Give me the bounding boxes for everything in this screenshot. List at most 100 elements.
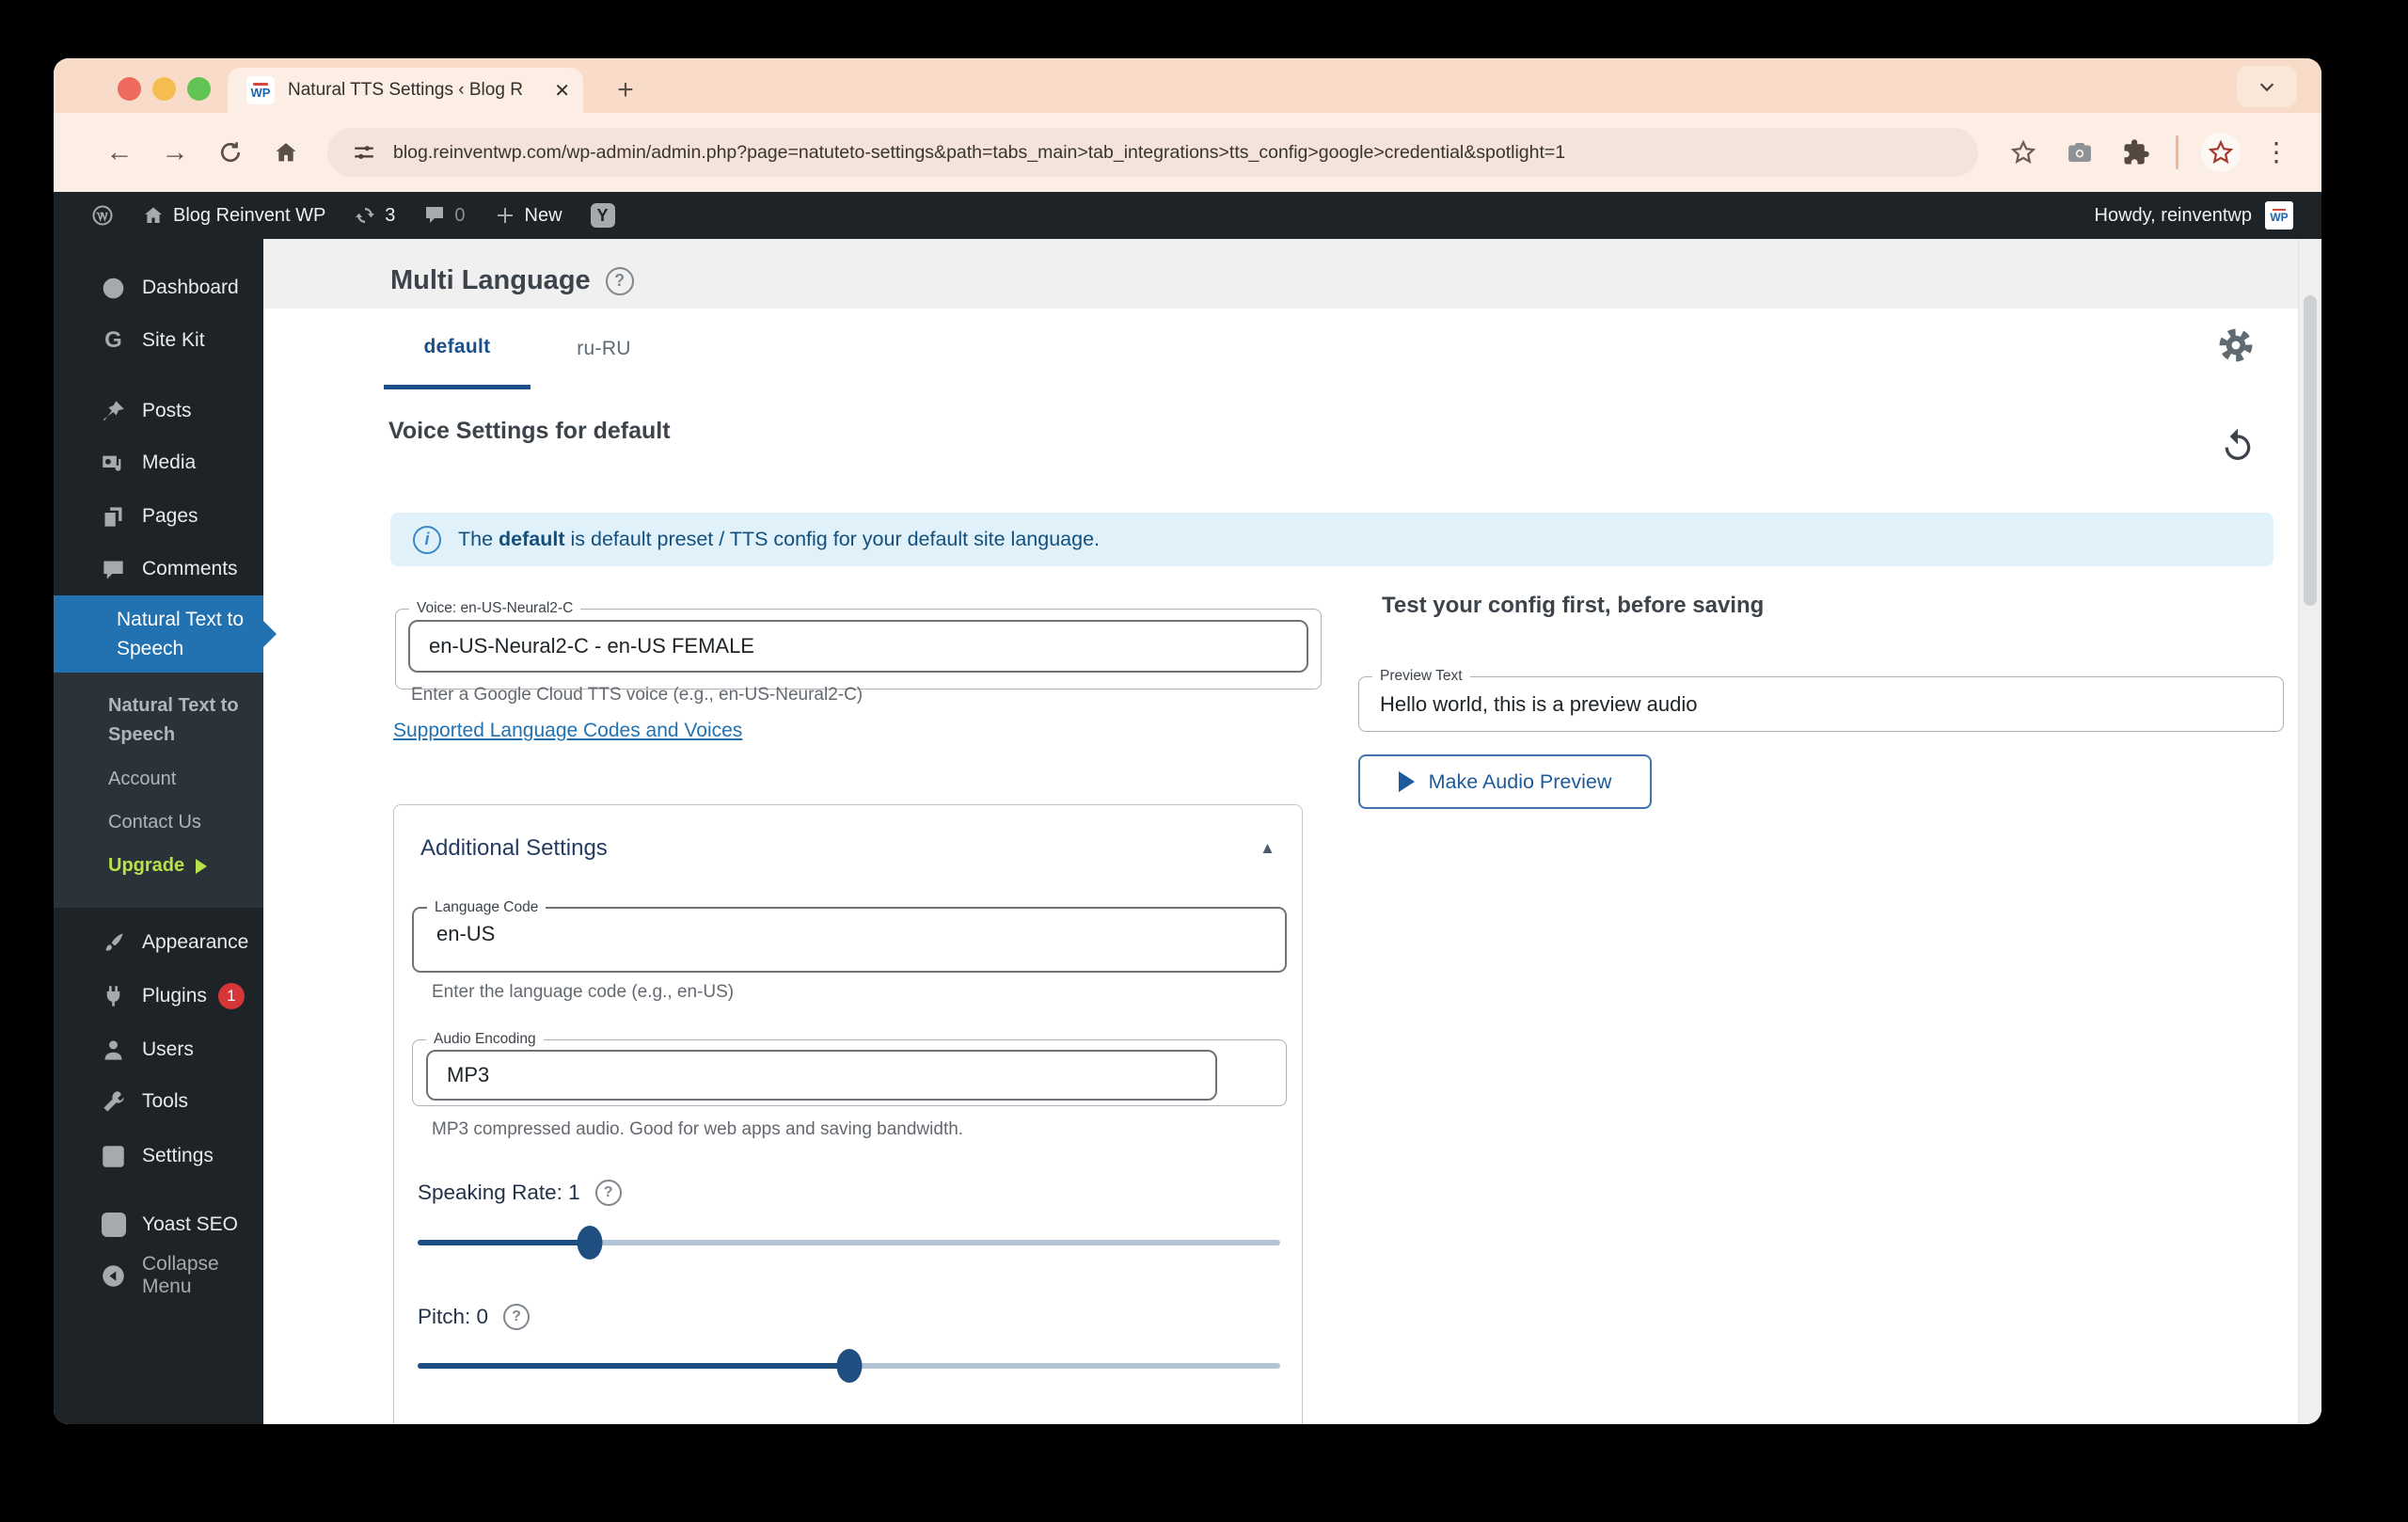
sidebar-item-pages[interactable]: Pages (54, 495, 263, 538)
preview-text-legend: Preview Text (1380, 668, 1463, 684)
dashboard-icon (101, 276, 126, 301)
close-window-button[interactable] (118, 77, 141, 101)
speaking-rate-label-row: Speaking Rate: 1 ? (418, 1180, 622, 1206)
submenu-item-contact-us[interactable]: Contact Us (108, 812, 254, 833)
pitch-label-row: Pitch: 0 ? (418, 1304, 531, 1330)
account-menu[interactable]: Howdy, reinventwp WP (2095, 201, 2293, 230)
sidebar-item-posts[interactable]: Posts (54, 389, 263, 433)
browser-toolbar: ← → blog.reinventwp.com/wp-admin/admin.p… (54, 113, 2321, 192)
red-star-icon (2208, 139, 2234, 164)
audio-encoding-helper: MP3 compressed audio. Good for web apps … (432, 1119, 964, 1139)
preset-settings-button[interactable] (2215, 325, 2260, 370)
help-icon[interactable]: ? (605, 266, 634, 295)
tab-strip: WP Natural TTS Settings ‹ Blog R ✕ + (54, 58, 2321, 113)
new-content-menu[interactable]: New (494, 204, 562, 227)
slider-thumb[interactable] (577, 1226, 603, 1260)
sidebar-item-dashboard[interactable]: Dashboard (54, 266, 263, 309)
wp-sidebar: Dashboard G Site Kit Posts Media Pages C… (54, 239, 277, 1424)
page-title-row: Multi Language ? (390, 265, 634, 296)
updates-count: 3 (385, 204, 396, 226)
sidebar-item-site-kit[interactable]: G Site Kit (54, 319, 263, 362)
collapse-section-icon[interactable]: ▲ (1259, 839, 1275, 858)
language-code-legend: Language Code (435, 899, 539, 915)
sidebar-item-appearance[interactable]: Appearance (54, 921, 263, 964)
slider-thumb[interactable] (836, 1349, 862, 1383)
preview-text-input[interactable]: Hello world, this is a preview audio (1359, 685, 2283, 717)
home-button[interactable] (265, 132, 307, 173)
voice-input[interactable]: en-US-Neural2-C - en-US FEMALE (408, 620, 1308, 673)
wp-logo-menu[interactable] (91, 204, 114, 227)
screenshot-camera-button[interactable] (2063, 135, 2097, 169)
slider-fill (418, 1363, 849, 1369)
yoast-menu[interactable]: Y (590, 203, 615, 228)
section-title: Voice Settings for default (388, 418, 671, 444)
help-icon[interactable]: ? (503, 1304, 531, 1330)
avatar: WP (2265, 201, 2293, 230)
updates-icon (356, 208, 375, 223)
voice-helper-text: Enter a Google Cloud TTS voice (e.g., en… (411, 685, 863, 705)
help-icon[interactable]: ? (594, 1180, 622, 1206)
comments-menu[interactable]: 0 (423, 204, 466, 227)
sidebar-item-natural-tts[interactable]: Natural Text to Speech (54, 595, 277, 673)
sidebar-item-plugins[interactable]: Plugins 1 (54, 975, 263, 1018)
visit-site-link[interactable]: Blog Reinvent WP (142, 204, 325, 227)
sidebar-item-comments[interactable]: Comments (54, 547, 263, 591)
bookmark-star-button[interactable] (2006, 135, 2040, 169)
scrollbar[interactable] (2298, 239, 2321, 1424)
pitch-slider[interactable] (418, 1349, 1280, 1383)
browser-menu-button[interactable]: ⋮ (2263, 139, 2289, 166)
sidebar-item-media[interactable]: Media (54, 441, 263, 484)
audio-encoding-input[interactable]: MP3 (426, 1050, 1217, 1101)
sidebar-item-settings[interactable]: Settings (54, 1134, 263, 1178)
speaking-rate-label: Speaking Rate: 1 (418, 1181, 580, 1204)
browser-window: WP Natural TTS Settings ‹ Blog R ✕ + ← → (54, 58, 2321, 1424)
home-icon (145, 207, 162, 223)
sidebar-item-yoast-seo[interactable]: Yoast SEO (54, 1203, 263, 1246)
tab-search-button[interactable] (2237, 66, 2297, 107)
pinned-extension-button[interactable] (2201, 133, 2241, 172)
test-config-column: Test your config first, before saving Pr… (1358, 593, 2284, 837)
updates-menu[interactable]: 3 (354, 204, 395, 227)
plugin-icon (101, 984, 126, 1009)
language-code-input[interactable]: en-US (414, 916, 1285, 946)
sidebar-item-tools[interactable]: Tools (54, 1080, 263, 1123)
reset-settings-button[interactable] (2219, 427, 2258, 467)
submenu-item-natural-tts[interactable]: Natural Text to Speech (108, 691, 249, 750)
extensions-button[interactable] (2119, 135, 2153, 169)
audio-encoding-legend: Audio Encoding (434, 1031, 536, 1047)
submenu-item-upgrade[interactable]: Upgrade (108, 855, 254, 877)
pin-icon (101, 399, 126, 424)
scrollbar-thumb[interactable] (2304, 295, 2317, 606)
tab-ru-ru[interactable]: ru-RU (531, 309, 677, 389)
submenu-item-account[interactable]: Account (108, 769, 254, 790)
plus-icon (497, 208, 513, 223)
language-code-field-group: Language Code en-US (412, 899, 1287, 973)
reset-icon (2225, 428, 2251, 460)
wordpress-logo-icon (92, 205, 113, 226)
browser-tab[interactable]: WP Natural TTS Settings ‹ Blog R ✕ (228, 68, 583, 113)
user-icon (101, 1038, 126, 1063)
yoast-icon: Y (590, 203, 615, 228)
zoom-window-button[interactable] (187, 77, 211, 101)
sidebar-item-users[interactable]: Users (54, 1028, 263, 1071)
page-title: Multi Language (390, 265, 591, 295)
address-bar[interactable]: blog.reinventwp.com/wp-admin/admin.php?p… (327, 128, 1978, 177)
slider-fill (418, 1240, 591, 1245)
minimize-window-button[interactable] (152, 77, 176, 101)
sidebar-item-collapse-menu[interactable]: Collapse Menu (54, 1253, 263, 1297)
make-audio-preview-button[interactable]: Make Audio Preview (1358, 754, 1652, 809)
forward-button[interactable]: → (154, 132, 196, 173)
wordpress-favicon: WP (246, 76, 275, 104)
screen: WP Natural TTS Settings ‹ Blog R ✕ + ← → (0, 0, 2408, 1522)
pitch-label: Pitch: 0 (418, 1305, 489, 1328)
url-text[interactable]: blog.reinventwp.com/wp-admin/admin.php?p… (393, 142, 1565, 164)
reload-button[interactable] (210, 132, 251, 173)
brush-icon (101, 930, 126, 956)
comment-bubble-icon (426, 207, 444, 223)
back-button[interactable]: ← (99, 132, 140, 173)
new-tab-button[interactable]: + (607, 71, 644, 109)
tab-default[interactable]: default (384, 309, 531, 389)
tab-close-icon[interactable]: ✕ (554, 79, 570, 103)
supported-voices-link[interactable]: Supported Language Codes and Voices (393, 720, 742, 742)
speaking-rate-slider[interactable] (418, 1226, 1280, 1260)
